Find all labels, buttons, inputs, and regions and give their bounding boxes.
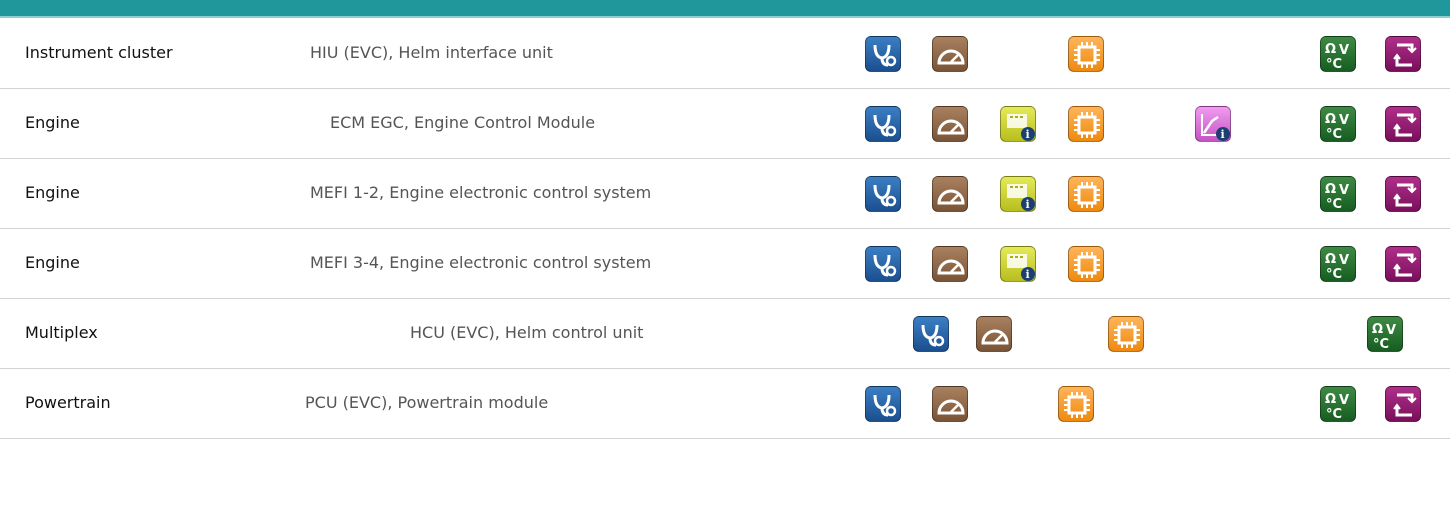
table-row[interactable]: Engine MEFI 1-2, Engine electronic contr…: [0, 158, 1450, 229]
ohm-volt-celsius-icon[interactable]: Ω V °C: [1320, 36, 1356, 72]
swap-arrows-icon[interactable]: [1385, 106, 1421, 142]
system-name: Instrument cluster: [25, 43, 173, 62]
ohm-volt-celsius-icon[interactable]: Ω V °C: [1320, 106, 1356, 142]
control-unit-name: ECM EGC, Engine Control Module: [330, 113, 596, 132]
svg-text:i: i: [1221, 128, 1225, 141]
stethoscope-icon[interactable]: [865, 176, 901, 212]
table-row[interactable]: Instrument cluster HIU (EVC), Helm inter…: [0, 18, 1450, 89]
svg-text:Ω: Ω: [1325, 182, 1336, 197]
svg-text:V: V: [1386, 323, 1396, 338]
graph-info-icon[interactable]: i: [1195, 106, 1231, 142]
stethoscope-icon[interactable]: [865, 386, 901, 422]
ohm-volt-celsius-icon[interactable]: Ω V °C: [1320, 176, 1356, 212]
gauge-icon[interactable]: [932, 246, 968, 282]
svg-text:°C: °C: [1326, 197, 1342, 212]
swap-arrows-icon[interactable]: [1385, 246, 1421, 282]
svg-text:Ω: Ω: [1325, 42, 1336, 57]
gauge-icon[interactable]: [932, 36, 968, 72]
ohm-volt-celsius-icon[interactable]: Ω V °C: [1367, 316, 1403, 352]
control-unit-name: MEFI 3-4, Engine electronic control syst…: [310, 253, 652, 272]
stethoscope-icon[interactable]: [913, 316, 949, 352]
svg-text:°C: °C: [1326, 127, 1342, 142]
svg-text:i: i: [1026, 268, 1030, 281]
gauge-icon[interactable]: [976, 316, 1012, 352]
svg-text:°C: °C: [1326, 267, 1342, 282]
table-row[interactable]: Engine ECM EGC, Engine Control Module i …: [0, 88, 1450, 159]
table-row[interactable]: Engine MEFI 3-4, Engine electronic contr…: [0, 228, 1450, 299]
stethoscope-icon[interactable]: [865, 36, 901, 72]
header-bar: [0, 0, 1450, 18]
svg-text:Ω: Ω: [1325, 112, 1336, 127]
control-unit-name: PCU (EVC), Powertrain module: [305, 393, 549, 412]
stethoscope-icon[interactable]: [865, 246, 901, 282]
chip-icon[interactable]: [1068, 36, 1104, 72]
system-name: Multiplex: [25, 323, 98, 342]
chip-icon[interactable]: [1108, 316, 1144, 352]
system-name: Powertrain: [25, 393, 111, 412]
module-info-icon[interactable]: i: [1000, 246, 1036, 282]
svg-text:°C: °C: [1326, 407, 1342, 422]
svg-text:V: V: [1339, 113, 1349, 128]
svg-text:V: V: [1339, 393, 1349, 408]
chip-icon[interactable]: [1068, 246, 1104, 282]
svg-text:Ω: Ω: [1372, 322, 1383, 337]
swap-arrows-icon[interactable]: [1385, 36, 1421, 72]
module-info-icon[interactable]: i: [1000, 176, 1036, 212]
svg-text:Ω: Ω: [1325, 392, 1336, 407]
svg-text:Ω: Ω: [1325, 252, 1336, 267]
system-name: Engine: [25, 113, 80, 132]
svg-text:V: V: [1339, 183, 1349, 198]
svg-text:V: V: [1339, 43, 1349, 58]
svg-text:°C: °C: [1326, 57, 1342, 72]
system-name: Engine: [25, 183, 80, 202]
svg-text:i: i: [1026, 128, 1030, 141]
table-row[interactable]: Multiplex HCU (EVC), Helm control unit Ω…: [0, 298, 1450, 369]
ohm-volt-celsius-icon[interactable]: Ω V °C: [1320, 386, 1356, 422]
system-name: Engine: [25, 253, 80, 272]
gauge-icon[interactable]: [932, 106, 968, 142]
svg-text:i: i: [1026, 198, 1030, 211]
swap-arrows-icon[interactable]: [1385, 386, 1421, 422]
gauge-icon[interactable]: [932, 176, 968, 212]
control-unit-name: MEFI 1-2, Engine electronic control syst…: [310, 183, 652, 202]
gauge-icon[interactable]: [932, 386, 968, 422]
stethoscope-icon[interactable]: [865, 106, 901, 142]
swap-arrows-icon[interactable]: [1385, 176, 1421, 212]
chip-icon[interactable]: [1068, 176, 1104, 212]
control-unit-name: HIU (EVC), Helm interface unit: [310, 43, 553, 62]
chip-icon[interactable]: [1058, 386, 1094, 422]
chip-icon[interactable]: [1068, 106, 1104, 142]
svg-text:°C: °C: [1373, 337, 1389, 352]
module-info-icon[interactable]: i: [1000, 106, 1036, 142]
ohm-volt-celsius-icon[interactable]: Ω V °C: [1320, 246, 1356, 282]
control-unit-name: HCU (EVC), Helm control unit: [410, 323, 644, 342]
table-row[interactable]: Powertrain PCU (EVC), Powertrain module …: [0, 368, 1450, 439]
svg-text:V: V: [1339, 253, 1349, 268]
